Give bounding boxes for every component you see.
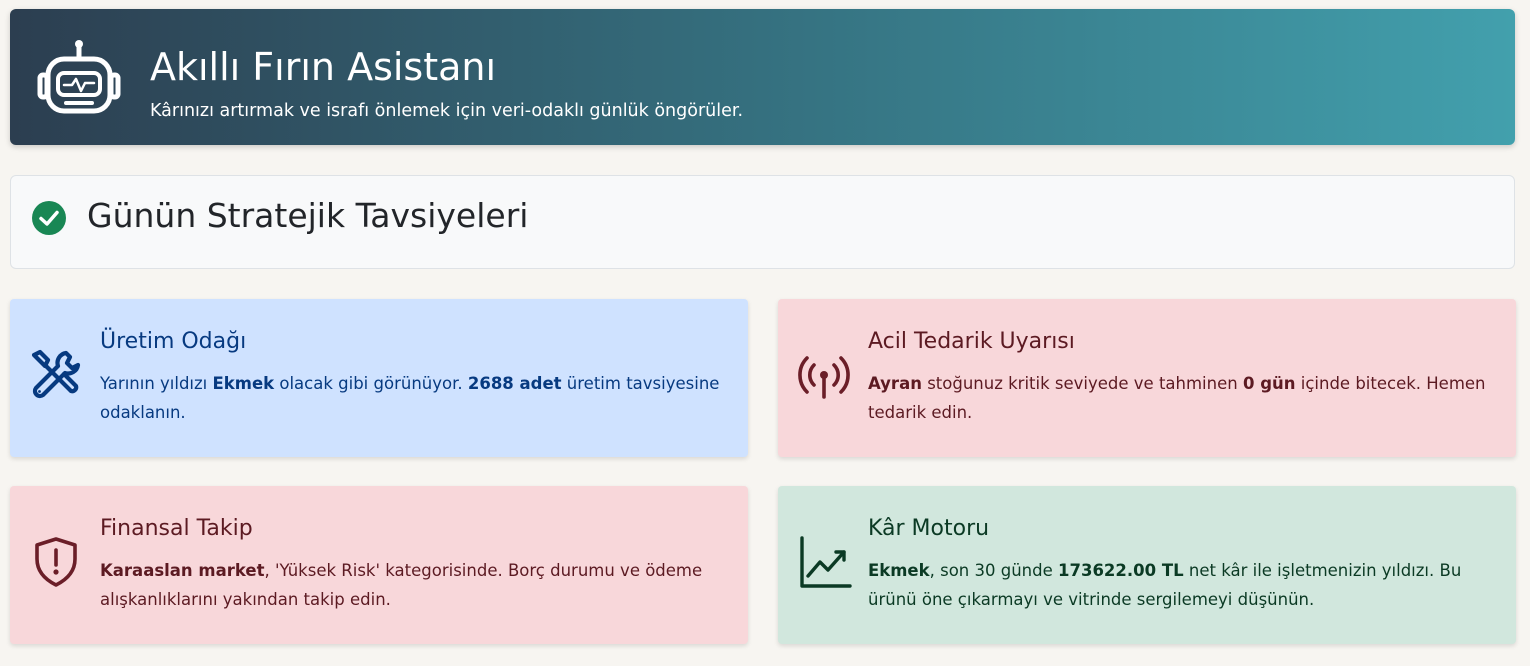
graph-up-icon — [800, 536, 852, 588]
card-text: Karaaslan market, 'Yüksek Risk' kategori… — [100, 561, 703, 609]
broadcast-icon — [798, 356, 850, 399]
recommendations-section-header: Günün Stratejik Tavsiyeleri — [10, 175, 1515, 269]
tools-icon — [31, 349, 81, 399]
card-title: Acil Tedarik Uyarısı — [868, 329, 1075, 354]
card-title: Üretim Odağı — [100, 329, 247, 354]
card-financial-tracking: Finansal Takip Karaaslan market, 'Yüksek… — [10, 486, 748, 644]
card-text: Yarının yıldızı Ekmek olacak gibi görünü… — [100, 374, 720, 422]
card-text: Ayran stoğunuz kritik seviyede ve tahmin… — [868, 374, 1486, 422]
header-banner: Akıllı Fırın Asistanı Kârınızı artırmak … — [10, 9, 1515, 145]
card-profit-engine: Kâr Motoru Ekmek, son 30 günde 173622.00… — [778, 486, 1516, 644]
card-title: Finansal Takip — [100, 516, 253, 541]
shield-exclamation-icon — [35, 537, 77, 587]
check-circle-icon — [32, 201, 66, 235]
card-production-focus: Üretim Odağı Yarının yıldızı Ekmek olaca… — [10, 299, 748, 457]
robot-icon — [37, 40, 121, 114]
card-title: Kâr Motoru — [868, 516, 990, 541]
card-text: Ekmek, son 30 günde 173622.00 TL net kâr… — [868, 561, 1462, 609]
section-title: Günün Stratejik Tavsiyeleri — [87, 196, 529, 235]
card-urgent-supply-alert: Acil Tedarik Uyarısı Ayran stoğunuz krit… — [778, 299, 1516, 457]
app-title: Akıllı Fırın Asistanı — [150, 45, 497, 89]
app-subtitle: Kârınızı artırmak ve israfı önlemek için… — [150, 101, 744, 121]
